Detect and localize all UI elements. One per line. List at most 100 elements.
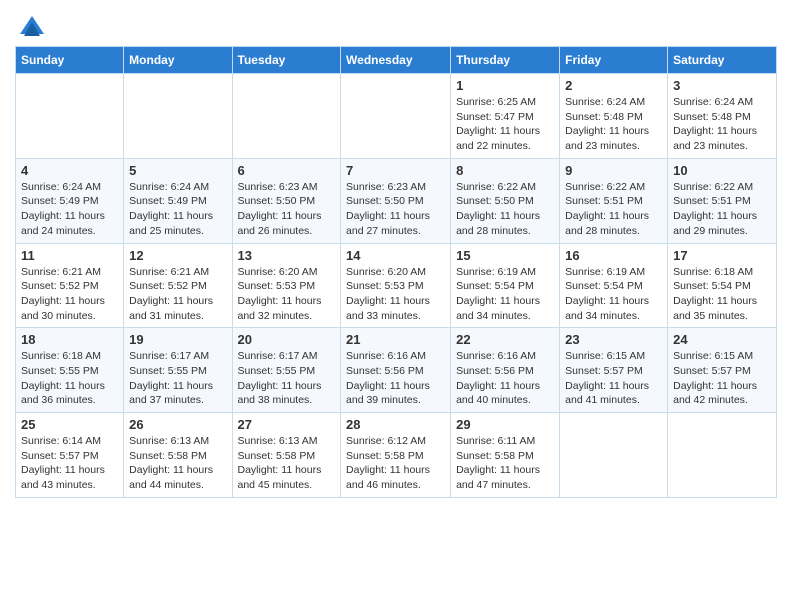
day-number: 15 — [456, 248, 554, 263]
day-info: Sunrise: 6:18 AM Sunset: 5:54 PM Dayligh… — [673, 265, 771, 324]
day-info: Sunrise: 6:20 AM Sunset: 5:53 PM Dayligh… — [346, 265, 445, 324]
day-number: 24 — [673, 332, 771, 347]
day-number: 25 — [21, 417, 118, 432]
week-row-0: 1 Sunrise: 6:25 AM Sunset: 5:47 PM Daylig… — [16, 74, 777, 159]
day-number: 5 — [129, 163, 226, 178]
day-number: 12 — [129, 248, 226, 263]
day-number: 27 — [238, 417, 336, 432]
day-number: 7 — [346, 163, 445, 178]
day-info: Sunrise: 6:13 AM Sunset: 5:58 PM Dayligh… — [129, 434, 226, 493]
day-info: Sunrise: 6:18 AM Sunset: 5:55 PM Dayligh… — [21, 349, 118, 408]
calendar-cell — [232, 74, 341, 159]
day-number: 11 — [21, 248, 118, 263]
calendar-cell: 14 Sunrise: 6:20 AM Sunset: 5:53 PM Dayli… — [341, 243, 451, 328]
day-number: 19 — [129, 332, 226, 347]
calendar-cell: 26 Sunrise: 6:13 AM Sunset: 5:58 PM Dayli… — [124, 413, 232, 498]
calendar-cell: 2 Sunrise: 6:24 AM Sunset: 5:48 PM Daylig… — [560, 74, 668, 159]
calendar-cell: 16 Sunrise: 6:19 AM Sunset: 5:54 PM Dayli… — [560, 243, 668, 328]
day-info: Sunrise: 6:16 AM Sunset: 5:56 PM Dayligh… — [346, 349, 445, 408]
calendar-table: SundayMondayTuesdayWednesdayThursdayFrid… — [15, 46, 777, 498]
day-number: 17 — [673, 248, 771, 263]
day-info: Sunrise: 6:12 AM Sunset: 5:58 PM Dayligh… — [346, 434, 445, 493]
day-info: Sunrise: 6:15 AM Sunset: 5:57 PM Dayligh… — [673, 349, 771, 408]
calendar-cell — [124, 74, 232, 159]
week-row-4: 25 Sunrise: 6:14 AM Sunset: 5:57 PM Dayli… — [16, 413, 777, 498]
day-number: 16 — [565, 248, 662, 263]
day-number: 1 — [456, 78, 554, 93]
calendar-cell: 29 Sunrise: 6:11 AM Sunset: 5:58 PM Dayli… — [451, 413, 560, 498]
day-info: Sunrise: 6:24 AM Sunset: 5:48 PM Dayligh… — [565, 95, 662, 154]
day-info: Sunrise: 6:24 AM Sunset: 5:49 PM Dayligh… — [21, 180, 118, 239]
logo-icon — [18, 14, 46, 42]
day-info: Sunrise: 6:24 AM Sunset: 5:48 PM Dayligh… — [673, 95, 771, 154]
day-number: 29 — [456, 417, 554, 432]
calendar-cell: 22Sunrise: 6:16 AM Sunset: 5:56 PM Dayli… — [451, 328, 560, 413]
day-info: Sunrise: 6:14 AM Sunset: 5:57 PM Dayligh… — [21, 434, 118, 493]
header-row: SundayMondayTuesdayWednesdayThursdayFrid… — [16, 47, 777, 74]
page-header — [15, 10, 777, 42]
week-row-1: 4 Sunrise: 6:24 AM Sunset: 5:49 PM Daylig… — [16, 158, 777, 243]
calendar-cell: 11 Sunrise: 6:21 AM Sunset: 5:52 PM Dayli… — [16, 243, 124, 328]
day-info: Sunrise: 6:13 AM Sunset: 5:58 PM Dayligh… — [238, 434, 336, 493]
header-monday: Monday — [124, 47, 232, 74]
day-number: 4 — [21, 163, 118, 178]
calendar-cell: 18Sunrise: 6:18 AM Sunset: 5:55 PM Dayli… — [16, 328, 124, 413]
calendar-cell — [560, 413, 668, 498]
calendar-cell: 5Sunrise: 6:24 AM Sunset: 5:49 PM Daylig… — [124, 158, 232, 243]
header-sunday: Sunday — [16, 47, 124, 74]
calendar-header: SundayMondayTuesdayWednesdayThursdayFrid… — [16, 47, 777, 74]
day-number: 14 — [346, 248, 445, 263]
day-info: Sunrise: 6:19 AM Sunset: 5:54 PM Dayligh… — [565, 265, 662, 324]
week-row-2: 11 Sunrise: 6:21 AM Sunset: 5:52 PM Dayli… — [16, 243, 777, 328]
day-info: Sunrise: 6:19 AM Sunset: 5:54 PM Dayligh… — [456, 265, 554, 324]
header-friday: Friday — [560, 47, 668, 74]
calendar-cell: 19 Sunrise: 6:17 AM Sunset: 5:55 PM Dayli… — [124, 328, 232, 413]
day-info: Sunrise: 6:22 AM Sunset: 5:50 PM Dayligh… — [456, 180, 554, 239]
header-wednesday: Wednesday — [341, 47, 451, 74]
calendar-cell: 9 Sunrise: 6:22 AM Sunset: 5:51 PM Daylig… — [560, 158, 668, 243]
day-info: Sunrise: 6:22 AM Sunset: 5:51 PM Dayligh… — [565, 180, 662, 239]
calendar-cell: 24 Sunrise: 6:15 AM Sunset: 5:57 PM Dayli… — [668, 328, 777, 413]
day-info: Sunrise: 6:22 AM Sunset: 5:51 PM Dayligh… — [673, 180, 771, 239]
day-number: 28 — [346, 417, 445, 432]
day-number: 2 — [565, 78, 662, 93]
day-number: 23 — [565, 332, 662, 347]
day-number: 13 — [238, 248, 336, 263]
calendar-cell: 8Sunrise: 6:22 AM Sunset: 5:50 PM Daylig… — [451, 158, 560, 243]
day-info: Sunrise: 6:15 AM Sunset: 5:57 PM Dayligh… — [565, 349, 662, 408]
day-info: Sunrise: 6:23 AM Sunset: 5:50 PM Dayligh… — [238, 180, 336, 239]
day-number: 21 — [346, 332, 445, 347]
calendar-cell: 12 Sunrise: 6:21 AM Sunset: 5:52 PM Dayli… — [124, 243, 232, 328]
day-number: 3 — [673, 78, 771, 93]
calendar-cell: 28 Sunrise: 6:12 AM Sunset: 5:58 PM Dayli… — [341, 413, 451, 498]
header-saturday: Saturday — [668, 47, 777, 74]
calendar-cell: 7Sunrise: 6:23 AM Sunset: 5:50 PM Daylig… — [341, 158, 451, 243]
header-thursday: Thursday — [451, 47, 560, 74]
day-info: Sunrise: 6:11 AM Sunset: 5:58 PM Dayligh… — [456, 434, 554, 493]
calendar-cell: 17 Sunrise: 6:18 AM Sunset: 5:54 PM Dayli… — [668, 243, 777, 328]
calendar-cell: 21 Sunrise: 6:16 AM Sunset: 5:56 PM Dayli… — [341, 328, 451, 413]
day-number: 26 — [129, 417, 226, 432]
day-info: Sunrise: 6:20 AM Sunset: 5:53 PM Dayligh… — [238, 265, 336, 324]
day-number: 22 — [456, 332, 554, 347]
day-number: 9 — [565, 163, 662, 178]
day-info: Sunrise: 6:21 AM Sunset: 5:52 PM Dayligh… — [21, 265, 118, 324]
day-number: 20 — [238, 332, 336, 347]
calendar-body: 1 Sunrise: 6:25 AM Sunset: 5:47 PM Daylig… — [16, 74, 777, 498]
calendar-cell: 15 Sunrise: 6:19 AM Sunset: 5:54 PM Dayli… — [451, 243, 560, 328]
day-info: Sunrise: 6:25 AM Sunset: 5:47 PM Dayligh… — [456, 95, 554, 154]
day-number: 6 — [238, 163, 336, 178]
calendar-cell: 13 Sunrise: 6:20 AM Sunset: 5:53 PM Dayli… — [232, 243, 341, 328]
day-info: Sunrise: 6:21 AM Sunset: 5:52 PM Dayligh… — [129, 265, 226, 324]
week-row-3: 18Sunrise: 6:18 AM Sunset: 5:55 PM Dayli… — [16, 328, 777, 413]
calendar-cell — [668, 413, 777, 498]
calendar-cell: 23 Sunrise: 6:15 AM Sunset: 5:57 PM Dayli… — [560, 328, 668, 413]
calendar-cell: 27 Sunrise: 6:13 AM Sunset: 5:58 PM Dayli… — [232, 413, 341, 498]
day-number: 10 — [673, 163, 771, 178]
day-info: Sunrise: 6:17 AM Sunset: 5:55 PM Dayligh… — [129, 349, 226, 408]
calendar-cell: 3 Sunrise: 6:24 AM Sunset: 5:48 PM Daylig… — [668, 74, 777, 159]
calendar-cell: 25 Sunrise: 6:14 AM Sunset: 5:57 PM Dayli… — [16, 413, 124, 498]
calendar-cell: 4 Sunrise: 6:24 AM Sunset: 5:49 PM Daylig… — [16, 158, 124, 243]
calendar-cell: 6 Sunrise: 6:23 AM Sunset: 5:50 PM Daylig… — [232, 158, 341, 243]
calendar-cell — [16, 74, 124, 159]
